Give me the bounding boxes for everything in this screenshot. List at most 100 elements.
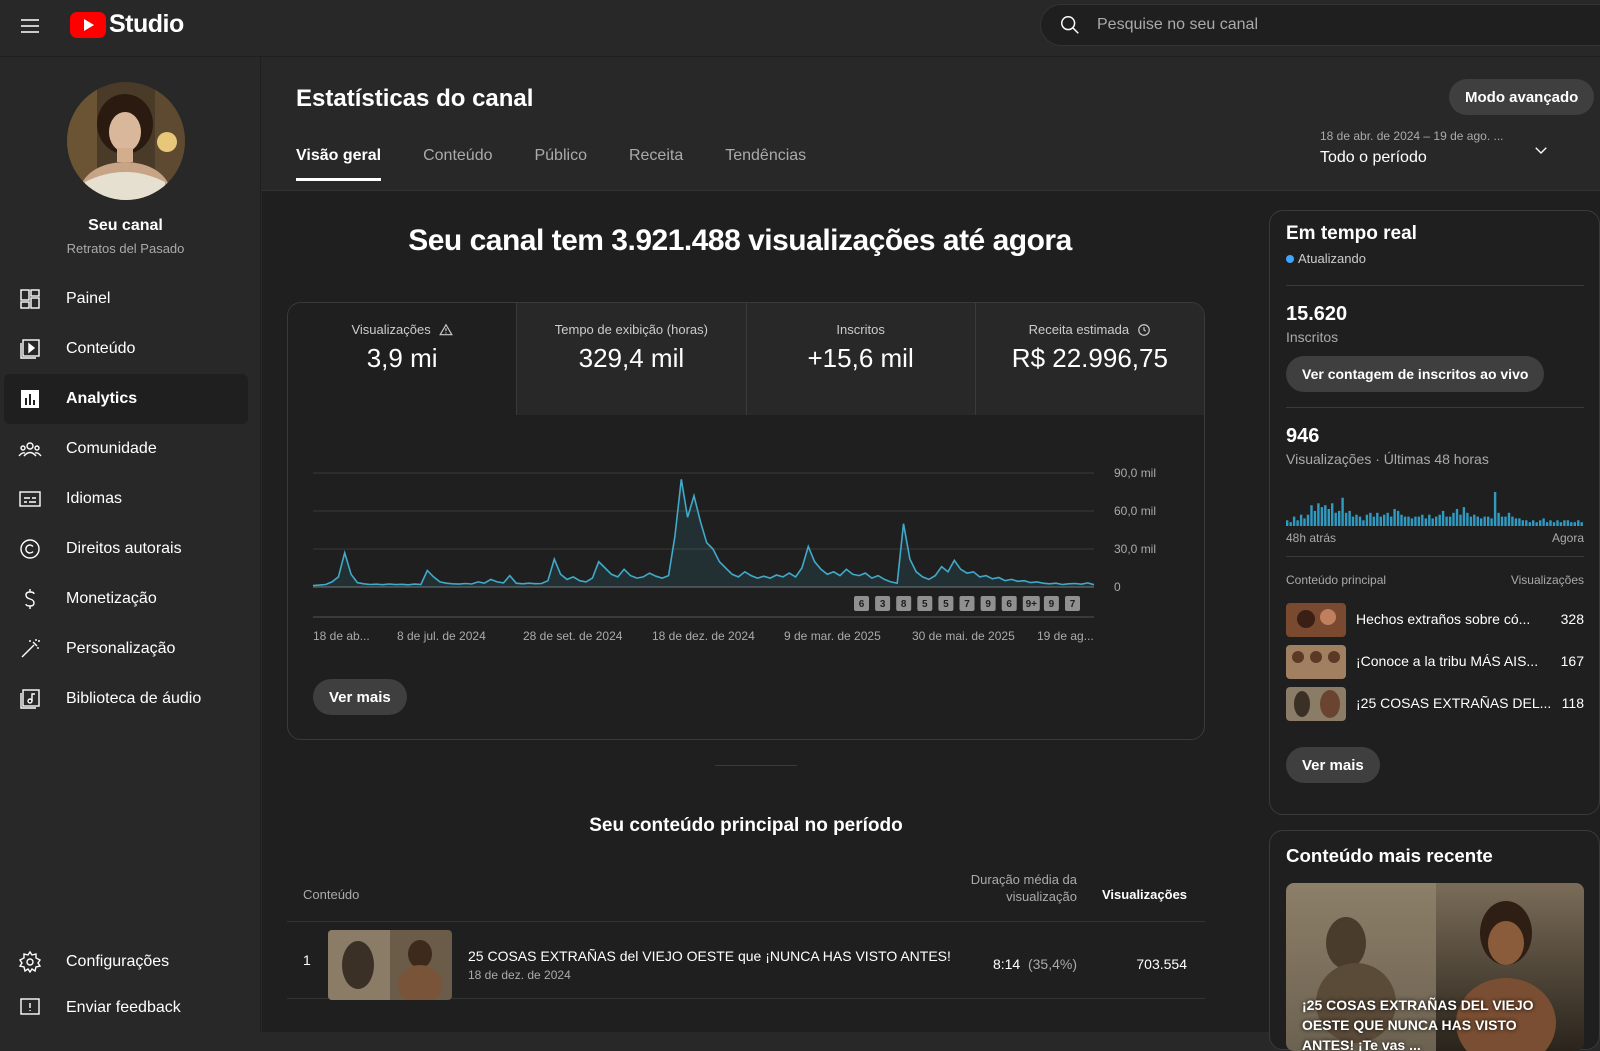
video-published-marker[interactable]: 5	[917, 596, 933, 611]
realtime-bar[interactable]	[1417, 516, 1421, 526]
metric-revenue[interactable]: Receita estimada R$ 22.996,75	[975, 303, 1204, 415]
video-published-marker[interactable]: 6	[854, 596, 869, 611]
sidebar-item-configuracoes[interactable]: Configurações	[4, 937, 248, 987]
realtime-bar[interactable]	[1331, 503, 1334, 526]
realtime-bar[interactable]	[1320, 507, 1324, 526]
realtime-bar[interactable]	[1327, 509, 1330, 526]
realtime-bar[interactable]	[1528, 522, 1531, 526]
metric-views[interactable]: Visualizações 3,9 mi	[288, 303, 518, 415]
sidebar-item-comunidade[interactable]: Comunidade	[4, 424, 248, 474]
realtime-bar[interactable]	[1428, 514, 1431, 526]
realtime-bar[interactable]	[1393, 509, 1396, 526]
realtime-bar[interactable]	[1396, 510, 1400, 526]
video-published-marker[interactable]: 5	[938, 596, 954, 611]
realtime-bar[interactable]	[1306, 514, 1310, 526]
video-thumbnail[interactable]	[328, 930, 452, 1000]
realtime-bar[interactable]	[1455, 509, 1459, 526]
tab-receita[interactable]: Receita	[629, 147, 683, 181]
realtime-bar[interactable]	[1539, 520, 1542, 526]
realtime-bar[interactable]	[1504, 516, 1507, 526]
search-icon[interactable]	[1059, 14, 1081, 36]
realtime-bar[interactable]	[1376, 512, 1379, 526]
realtime-bar[interactable]	[1303, 518, 1306, 526]
realtime-bar[interactable]	[1559, 522, 1563, 526]
realtime-bar[interactable]	[1338, 510, 1341, 526]
realtime-bar[interactable]	[1421, 514, 1424, 526]
metric-subscribers[interactable]: Inscritos +15,6 mil	[746, 303, 976, 415]
realtime-bar[interactable]	[1383, 514, 1386, 526]
sidebar-item-feedback[interactable]: Enviar feedback	[4, 983, 248, 1033]
realtime-bar[interactable]	[1341, 497, 1344, 526]
realtime-bar[interactable]	[1466, 512, 1469, 526]
realtime-bar[interactable]	[1487, 516, 1490, 526]
realtime-bar[interactable]	[1317, 503, 1320, 526]
tab-conteudo[interactable]: Conteúdo	[423, 147, 492, 181]
list-item[interactable]: ¡25 COSAS EXTRAÑAS DEL... 118	[1286, 687, 1584, 721]
video-title[interactable]: 25 COSAS EXTRAÑAS del VIEJO OESTE que ¡N…	[468, 948, 951, 964]
chevron-down-icon[interactable]	[1532, 141, 1550, 159]
realtime-bar[interactable]	[1292, 516, 1296, 526]
realtime-ver-mais-button[interactable]: Ver mais	[1286, 747, 1380, 783]
realtime-bar[interactable]	[1365, 514, 1369, 526]
sidebar-item-biblioteca[interactable]: Biblioteca de áudio	[4, 674, 248, 724]
ver-mais-button[interactable]: Ver mais	[313, 679, 407, 715]
video-published-marker[interactable]: 9+	[1022, 596, 1040, 611]
realtime-bar[interactable]	[1386, 512, 1389, 526]
realtime-bar[interactable]	[1570, 522, 1573, 526]
realtime-bar[interactable]	[1431, 518, 1434, 526]
realtime-bar[interactable]	[1452, 512, 1455, 526]
realtime-bar[interactable]	[1480, 518, 1483, 526]
realtime-bar[interactable]	[1410, 518, 1414, 526]
realtime-bar[interactable]	[1545, 522, 1549, 526]
realtime-bar[interactable]	[1556, 520, 1559, 526]
realtime-bar[interactable]	[1483, 516, 1486, 526]
realtime-bar[interactable]	[1445, 516, 1448, 526]
realtime-bar[interactable]	[1344, 512, 1348, 526]
realtime-bar[interactable]	[1549, 520, 1552, 526]
tab-visao-geral[interactable]: Visão geral	[296, 147, 382, 181]
realtime-bar[interactable]	[1511, 516, 1514, 526]
sidebar-item-idiomas[interactable]: Idiomas	[4, 474, 248, 524]
list-item[interactable]: Hechos extraños sobre có... 328	[1286, 603, 1584, 637]
realtime-bar[interactable]	[1414, 516, 1417, 526]
realtime-bar[interactable]	[1497, 512, 1500, 526]
tab-publico[interactable]: Público	[534, 147, 586, 181]
realtime-bar[interactable]	[1369, 512, 1372, 526]
video-published-marker[interactable]: 8	[896, 596, 912, 611]
realtime-bar[interactable]	[1514, 518, 1518, 526]
sidebar-item-analytics[interactable]: Analytics	[4, 374, 248, 424]
sidebar-item-conteudo[interactable]: Conteúdo	[4, 324, 248, 374]
realtime-bar[interactable]	[1490, 518, 1493, 526]
recent-video-thumbnail[interactable]: ¡25 COSAS EXTRAÑAS DEL VIEJO OESTE QUE N…	[1286, 883, 1584, 1051]
realtime-bar[interactable]	[1379, 516, 1382, 526]
table-row[interactable]: 1 25 COSAS EXTRAÑAS del VIEJO OESTE que …	[287, 921, 1205, 1000]
youtube-studio-logo[interactable]: Studio	[70, 10, 184, 39]
realtime-bar[interactable]	[1362, 520, 1365, 526]
video-published-marker[interactable]: 3	[875, 596, 891, 611]
sidebar-item-personalizacao[interactable]: Personalização	[4, 624, 248, 674]
realtime-bar[interactable]	[1469, 516, 1473, 526]
video-published-marker[interactable]: 9	[980, 596, 996, 611]
realtime-bar[interactable]	[1289, 522, 1292, 526]
realtime-bar[interactable]	[1348, 510, 1351, 526]
realtime-bar[interactable]	[1358, 516, 1362, 526]
realtime-views-bar-chart[interactable]	[1286, 481, 1584, 526]
period-selector[interactable]: 18 de abr. de 2024 – 19 de ago. ... Todo…	[1320, 129, 1560, 167]
realtime-bar[interactable]	[1424, 518, 1427, 526]
realtime-bar[interactable]	[1566, 520, 1570, 526]
realtime-bar[interactable]	[1525, 520, 1528, 526]
metric-watch-time[interactable]: Tempo de exibição (horas) 329,4 mil	[517, 303, 747, 415]
search-bar[interactable]	[1040, 4, 1600, 46]
sidebar-item-direitos[interactable]: Direitos autorais	[4, 524, 248, 574]
search-input[interactable]	[1097, 16, 1497, 34]
list-item[interactable]: ¡Conoce a la tribu MÁS AIS... 167	[1286, 645, 1584, 679]
video-published-marker[interactable]: 6	[1001, 596, 1017, 611]
tab-tendencias[interactable]: Tendências	[725, 147, 806, 181]
realtime-bar[interactable]	[1459, 514, 1462, 526]
realtime-bar[interactable]	[1372, 516, 1375, 526]
channel-avatar[interactable]	[67, 82, 185, 200]
realtime-bar[interactable]	[1324, 505, 1327, 526]
realtime-bar[interactable]	[1473, 514, 1476, 526]
video-published-marker[interactable]: 9	[1043, 596, 1059, 611]
realtime-bar[interactable]	[1351, 516, 1355, 526]
